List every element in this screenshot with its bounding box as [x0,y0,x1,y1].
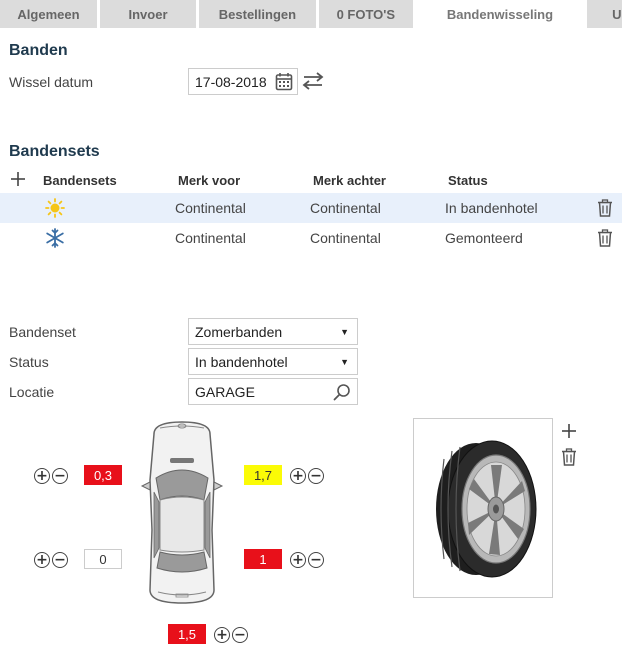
header-status: Status [448,173,488,188]
banden-title: Banden [9,42,68,59]
table-row[interactable]: Continental Continental Gemonteerd [0,223,622,253]
tab-bandenwisseling[interactable]: Bandenwisseling [415,0,585,28]
plus-icon[interactable]: + [290,552,306,568]
plus-icon[interactable]: + [34,552,50,568]
spare-plus-minus: + − [214,625,250,645]
cell-status: In bandenhotel [445,200,538,216]
front-right-tire-value[interactable]: 1,7 [244,465,282,485]
locatie-label: Locatie [9,384,55,400]
spare-tire-value[interactable]: 1,5 [168,624,206,644]
locatie-value: GARAGE [195,383,255,400]
sun-icon [45,198,65,221]
header-merk-voor: Merk voor [178,173,241,188]
header-bandensets: Bandensets [43,173,117,188]
trash-icon[interactable] [597,229,613,250]
add-bandenset-icon[interactable] [10,171,26,190]
plus-icon[interactable]: + [214,627,230,643]
rear-left-plus-minus: + − [34,550,70,570]
tab-invoer[interactable]: Invoer [100,0,197,28]
tire-image [436,440,537,578]
minus-icon[interactable]: − [308,468,324,484]
front-left-tire-value[interactable]: 0,3 [84,465,122,485]
bandensets-title: Bandensets [9,143,100,160]
minus-icon[interactable]: − [308,552,324,568]
plus-icon[interactable]: + [290,468,306,484]
minus-icon[interactable]: − [52,468,68,484]
add-photo-icon[interactable] [560,422,578,440]
car-top-view [140,420,224,605]
bandenset-label: Bandenset [9,324,76,340]
table-row[interactable]: Continental Continental In bandenhotel [0,193,622,223]
dropdown-arrow-icon: ▼ [340,327,349,337]
tab-algemeen[interactable]: Algemeen [0,0,97,28]
locatie-input[interactable]: GARAGE [188,378,358,405]
tab-u[interactable]: U [587,0,622,28]
swap-icon[interactable] [302,71,324,91]
plus-icon[interactable]: + [34,468,50,484]
tab-bestellingen[interactable]: Bestellingen [199,0,316,28]
rear-right-plus-minus: + − [290,550,326,570]
trash-icon[interactable] [560,447,578,467]
wissel-datum-label: Wissel datum [9,74,94,90]
rear-left-tire-value[interactable]: 0 [84,549,122,569]
header-merk-achter: Merk achter [313,173,386,188]
bandenset-value: Zomerbanden [195,323,283,340]
status-label: Status [9,354,49,370]
status-select[interactable]: In bandenhotel ▼ [188,348,358,375]
minus-icon[interactable]: − [52,552,68,568]
tab-bar: Algemeen Invoer Bestellingen 0 FOTO'S Ba… [0,0,622,28]
search-icon[interactable] [333,383,351,404]
tab-fotos[interactable]: 0 FOTO'S [318,0,413,28]
cell-merk-voor: Continental [175,230,246,246]
wissel-datum-input[interactable]: 17-08-2018 [188,68,298,95]
wissel-datum-value: 17-08-2018 [195,73,267,90]
front-left-plus-minus: + − [34,466,70,486]
cell-merk-achter: Continental [310,230,381,246]
cell-merk-voor: Continental [175,200,246,216]
status-value: In bandenhotel [195,353,288,370]
cell-status: Gemonteerd [445,230,523,246]
minus-icon[interactable]: − [232,627,248,643]
rear-right-tire-value[interactable]: 1 [244,549,282,569]
trash-icon[interactable] [597,199,613,220]
calendar-icon[interactable] [275,72,293,94]
snowflake-icon [45,228,65,251]
bandensets-table-header: Bandensets Merk voor Merk achter Status [0,171,622,193]
front-right-plus-minus: + − [290,466,326,486]
cell-merk-achter: Continental [310,200,381,216]
tire-image-frame [413,418,553,598]
dropdown-arrow-icon: ▼ [340,357,349,367]
bandenset-select[interactable]: Zomerbanden ▼ [188,318,358,345]
